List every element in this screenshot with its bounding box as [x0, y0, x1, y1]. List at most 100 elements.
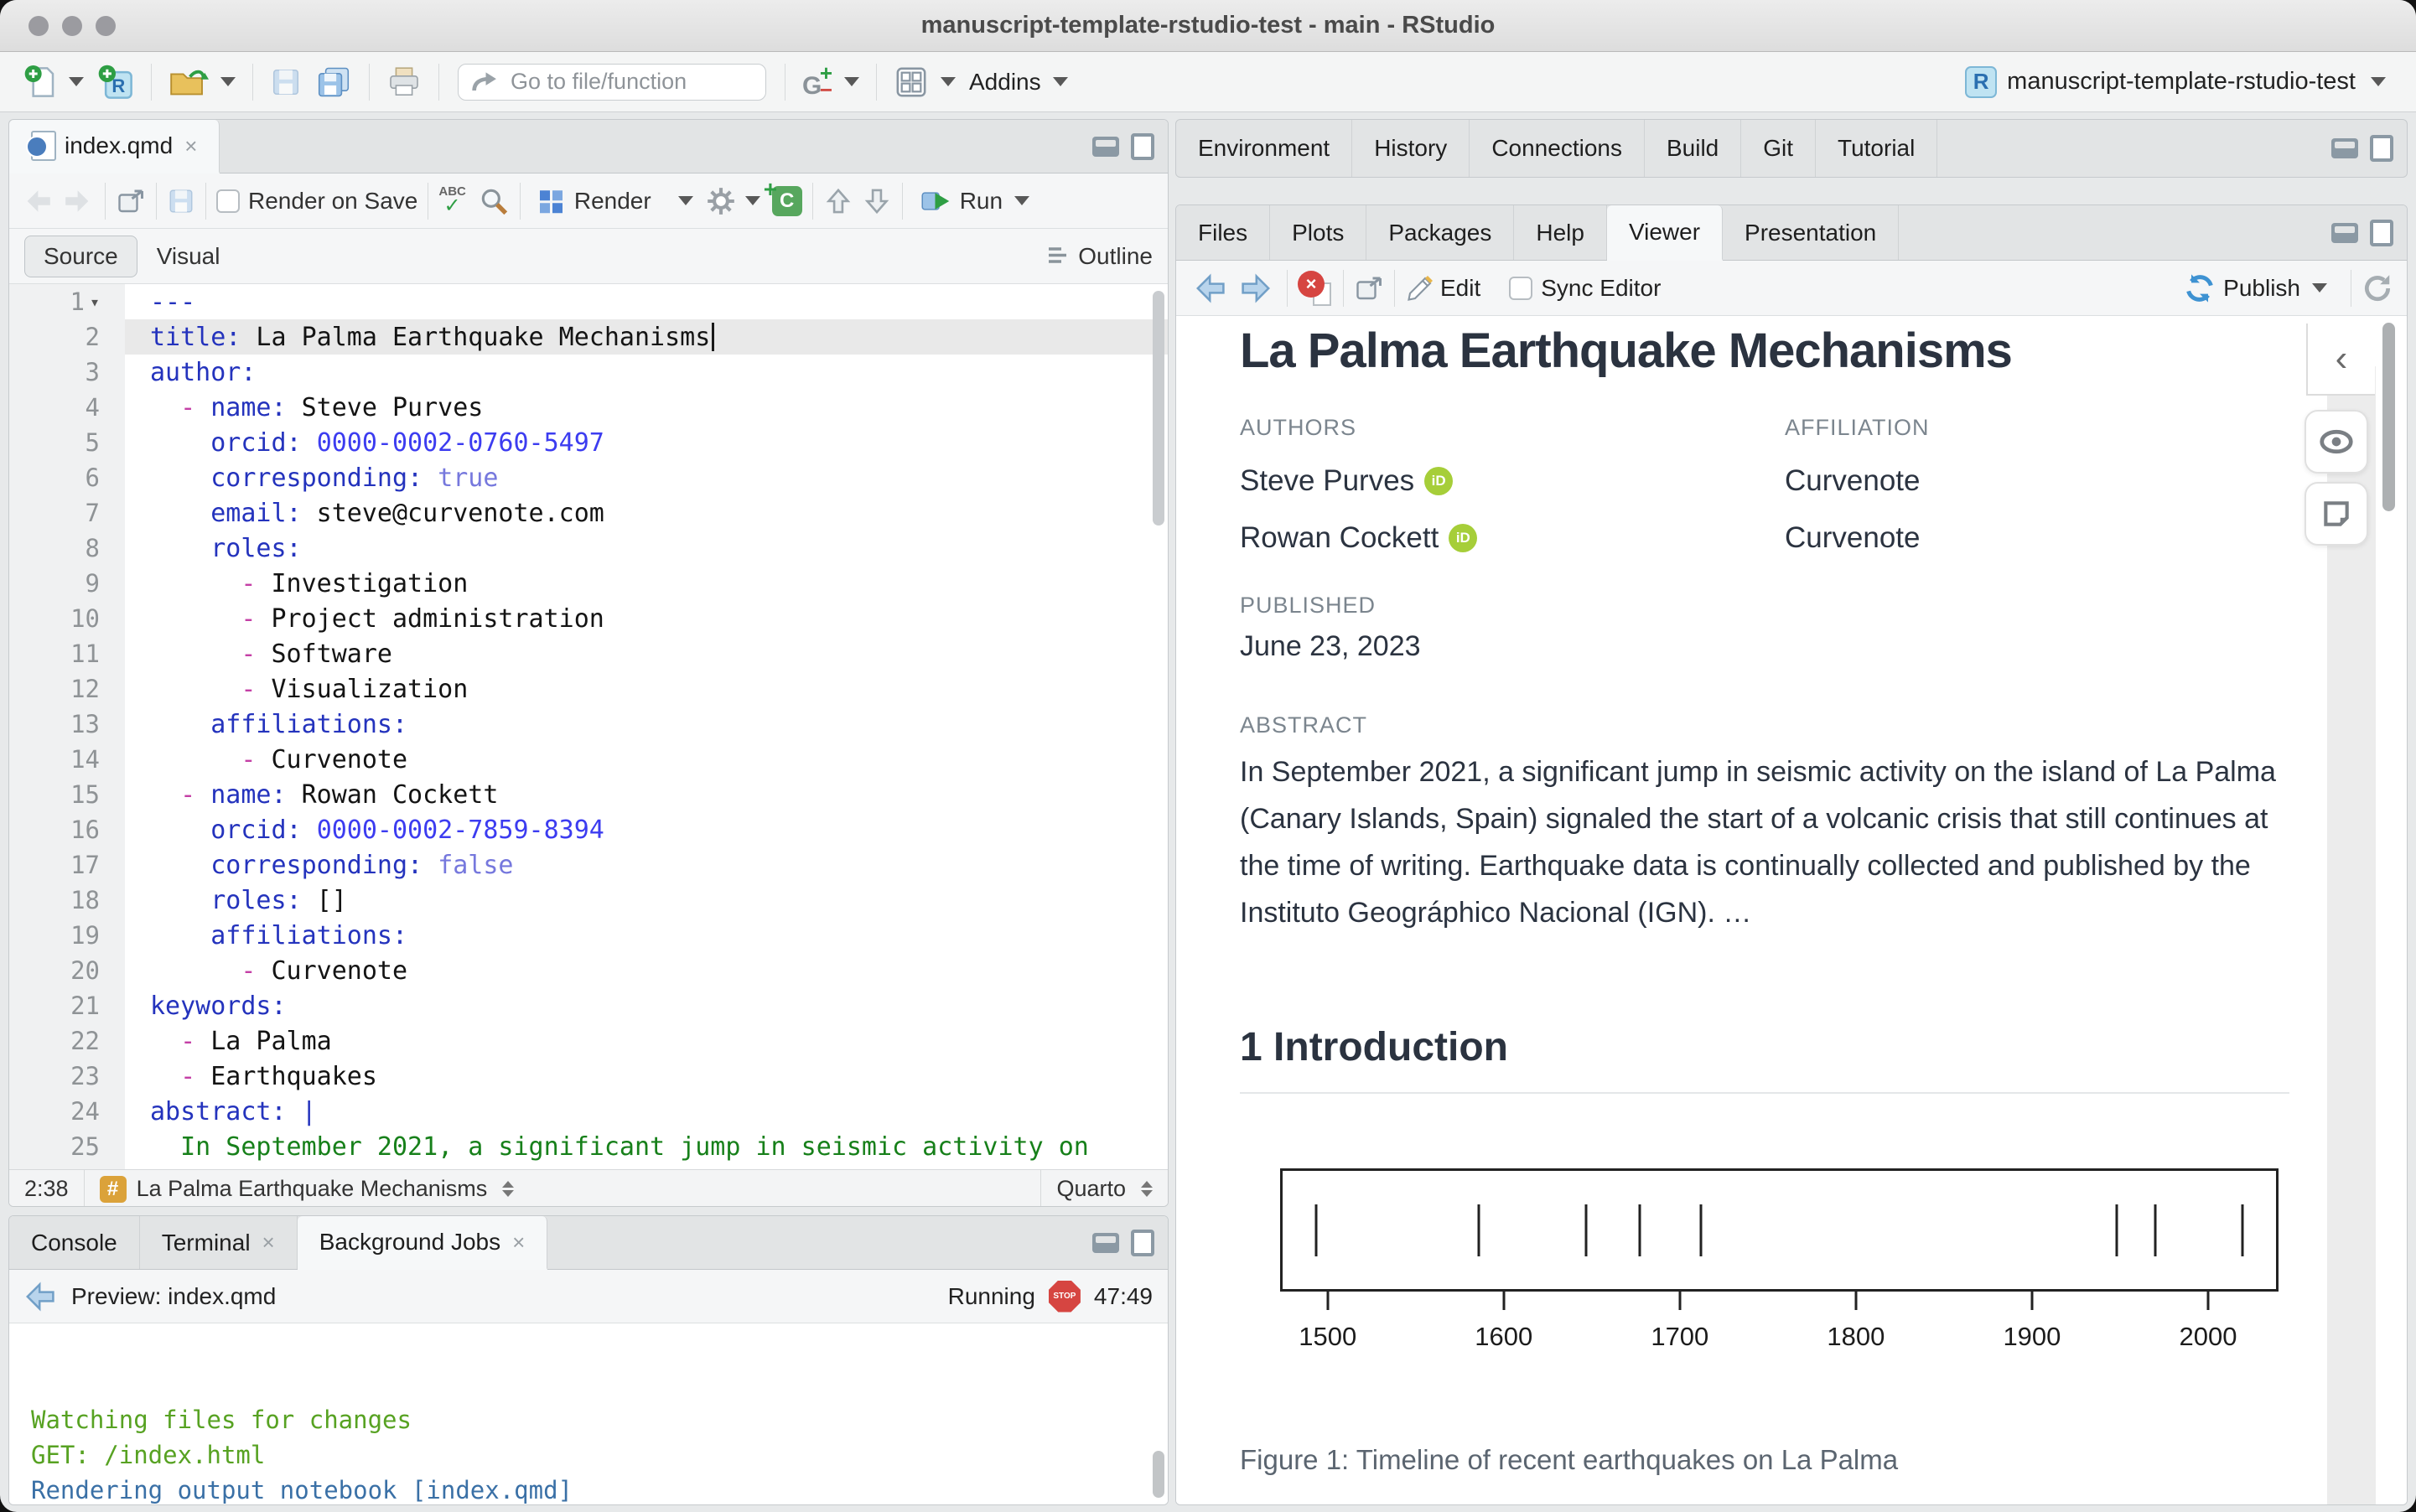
minimize-pane-icon[interactable]	[1092, 137, 1119, 157]
visual-mode-button[interactable]: Visual	[137, 236, 240, 277]
code-line-10[interactable]: 10 - Project administration	[9, 601, 1168, 636]
code-line-19[interactable]: 19 affiliations:	[9, 918, 1168, 953]
job-back-icon[interactable]	[24, 1282, 58, 1312]
version-control-button[interactable]: +−G	[796, 59, 866, 106]
tab-help[interactable]: Help	[1514, 205, 1607, 260]
collapse-sidebar-button[interactable]: ‹	[2306, 324, 2375, 396]
code-line-24[interactable]: 24abstract: |	[9, 1094, 1168, 1129]
code-line-8[interactable]: 8 roles:	[9, 531, 1168, 566]
publish-button[interactable]: Publish	[2223, 275, 2300, 302]
code-line-21[interactable]: 21keywords:	[9, 988, 1168, 1023]
close-tab-icon[interactable]: ×	[512, 1230, 525, 1256]
tab-index-qmd[interactable]: index.qmd ×	[9, 120, 220, 173]
code-line-13[interactable]: 13 affiliations:	[9, 707, 1168, 742]
job-output[interactable]: Watching files for changesGET: /index.ht…	[9, 1323, 1168, 1505]
viewer-scrollbar[interactable]	[2382, 323, 2395, 511]
tab-console[interactable]: Console	[9, 1216, 140, 1269]
addins-button[interactable]: Addins	[962, 64, 1075, 101]
code-line-11[interactable]: 11 - Software	[9, 636, 1168, 671]
forward-icon[interactable]	[61, 188, 91, 215]
insert-chunk-icon[interactable]: C	[772, 186, 802, 216]
stop-job-icon[interactable]: STOP	[1049, 1281, 1081, 1313]
minimize-pane-icon[interactable]	[2331, 223, 2358, 243]
workspace-panes-button[interactable]	[887, 60, 962, 105]
orcid-icon[interactable]: iD	[1424, 467, 1453, 495]
new-project-button[interactable]: R	[91, 59, 141, 106]
code-line-23[interactable]: 23 - Earthquakes	[9, 1059, 1168, 1094]
code-line-16[interactable]: 16 orcid: 0000-0002-7859-8394	[9, 812, 1168, 847]
tab-build[interactable]: Build	[1645, 120, 1741, 177]
viewer-content[interactable]: La Palma Earthquake Mechanisms AUTHORS A…	[1176, 316, 2407, 1505]
code-line-6[interactable]: 6 corresponding: true	[9, 460, 1168, 495]
visibility-button[interactable]	[2305, 410, 2368, 474]
editor-scrollbar[interactable]	[1153, 291, 1164, 526]
code-line-wrap[interactable]: the island of La Palma (Canary Islands, …	[9, 1164, 1168, 1169]
back-icon[interactable]	[24, 188, 54, 215]
code-line-3[interactable]: 3author:	[9, 355, 1168, 390]
save-icon[interactable]	[167, 187, 195, 215]
edit-label[interactable]: Edit	[1440, 275, 1480, 302]
tab-terminal[interactable]: Terminal×	[140, 1216, 298, 1269]
goto-file-input[interactable]	[509, 68, 735, 96]
close-tab-icon[interactable]: ×	[184, 133, 197, 159]
gear-caret-icon[interactable]	[745, 196, 760, 205]
tab-presentation[interactable]: Presentation	[1723, 205, 1899, 260]
maximize-pane-icon[interactable]	[1131, 133, 1154, 160]
new-file-button[interactable]	[17, 59, 91, 106]
publish-caret-icon[interactable]	[2312, 283, 2327, 293]
edit-pencil-icon[interactable]	[1405, 273, 1435, 303]
code-line-17[interactable]: 17 corresponding: false	[9, 847, 1168, 883]
tab-packages[interactable]: Packages	[1366, 205, 1514, 260]
maximize-pane-icon[interactable]	[2370, 220, 2393, 246]
render-button[interactable]: Render	[531, 183, 658, 220]
viewer-forward-icon[interactable]	[1238, 273, 1272, 303]
save-all-button[interactable]	[308, 60, 359, 104]
code-line-1[interactable]: 1▾---	[9, 284, 1168, 319]
source-mode-button[interactable]: Source	[24, 236, 137, 277]
file-type-selector[interactable]: Quarto	[1041, 1170, 1168, 1207]
tab-viewer[interactable]: Viewer	[1607, 205, 1723, 261]
console-scrollbar[interactable]	[1153, 1451, 1164, 1498]
run-previous-icon[interactable]	[823, 186, 853, 216]
viewer-back-icon[interactable]	[1195, 273, 1228, 303]
run-button[interactable]: Run	[913, 183, 1036, 220]
code-line-14[interactable]: 14 - Curvenote	[9, 742, 1168, 777]
refresh-icon[interactable]	[2362, 272, 2393, 304]
minimize-pane-icon[interactable]	[2331, 138, 2358, 158]
search-icon[interactable]	[478, 185, 510, 217]
viewer-popout-icon[interactable]	[1354, 274, 1384, 303]
code-line-25[interactable]: 25 In September 2021, a significant jump…	[9, 1129, 1168, 1164]
tab-environment[interactable]: Environment	[1176, 120, 1352, 177]
tab-background-jobs[interactable]: Background Jobs×	[298, 1216, 548, 1270]
code-line-18[interactable]: 18 roles: []	[9, 883, 1168, 918]
close-tab-icon[interactable]: ×	[262, 1230, 275, 1256]
tab-history[interactable]: History	[1352, 120, 1470, 177]
scope-selector[interactable]: # La Palma Earthquake Mechanisms	[85, 1170, 530, 1207]
sync-editor-checkbox[interactable]	[1509, 277, 1532, 300]
orcid-icon[interactable]: iD	[1449, 524, 1477, 552]
code-line-9[interactable]: 9 - Investigation	[9, 566, 1168, 601]
code-line-7[interactable]: 7 email: steve@curvenote.com	[9, 495, 1168, 531]
render-caret-icon[interactable]	[678, 196, 693, 205]
tab-plots[interactable]: Plots	[1270, 205, 1366, 260]
code-line-5[interactable]: 5 orcid: 0000-0002-0760-5497	[9, 425, 1168, 460]
tab-tutorial[interactable]: Tutorial	[1816, 120, 1937, 177]
minimize-pane-icon[interactable]	[1092, 1233, 1119, 1253]
clear-viewer-icon[interactable]: ×	[1298, 271, 1333, 306]
tab-connections[interactable]: Connections	[1470, 120, 1645, 177]
code-line-12[interactable]: 12 - Visualization	[9, 671, 1168, 707]
maximize-pane-icon[interactable]	[2370, 135, 2393, 162]
print-button[interactable]	[380, 60, 428, 104]
render-on-save-checkbox[interactable]	[216, 189, 240, 213]
popout-icon[interactable]	[116, 187, 146, 215]
maximize-pane-icon[interactable]	[1131, 1230, 1154, 1256]
code-line-22[interactable]: 22 - La Palma	[9, 1023, 1168, 1059]
fold-caret-icon[interactable]: ▾	[90, 292, 100, 312]
project-menu-button[interactable]: R manuscript-template-rstudio-test	[1965, 66, 2386, 98]
gear-icon[interactable]	[705, 185, 737, 217]
outline-button[interactable]: Outline	[1078, 243, 1153, 270]
code-editor[interactable]: 1▾---2title: La Palma Earthquake Mechani…	[9, 284, 1168, 1169]
goto-file-search[interactable]	[458, 64, 766, 101]
code-line-2[interactable]: 2title: La Palma Earthquake Mechanisms	[9, 319, 1168, 355]
tab-git[interactable]: Git	[1741, 120, 1816, 177]
